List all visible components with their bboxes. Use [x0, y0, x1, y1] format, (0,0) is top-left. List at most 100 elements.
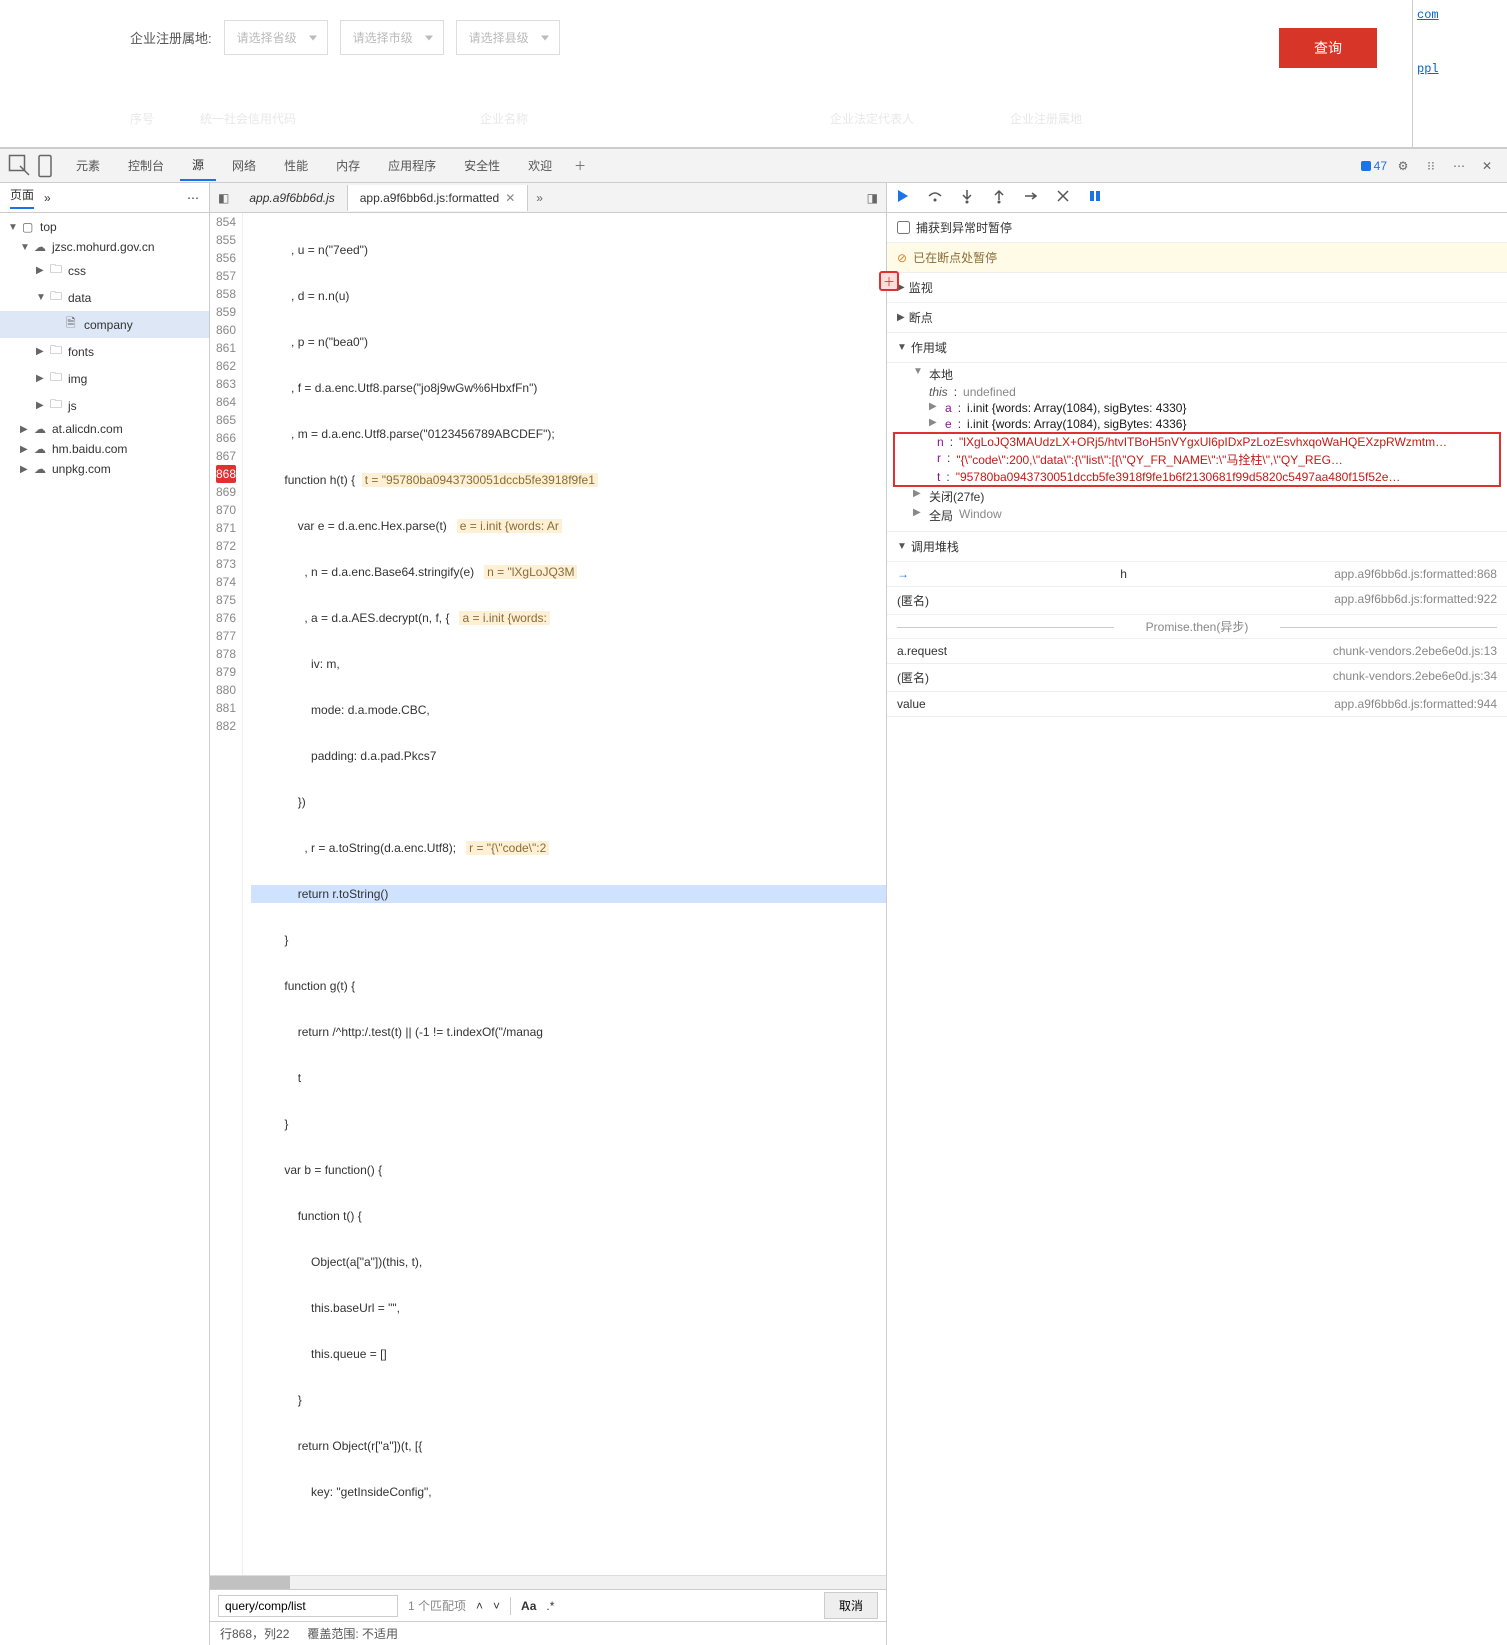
- query-button[interactable]: 查询: [1279, 28, 1377, 68]
- tree-data[interactable]: ▼🗀data: [0, 284, 209, 311]
- region-label: 企业注册属地:: [130, 28, 212, 47]
- tree-top[interactable]: ▼▢top: [0, 217, 209, 237]
- tree-fonts[interactable]: ▶🗀fonts: [0, 338, 209, 365]
- case-toggle[interactable]: Aa: [521, 1599, 536, 1613]
- watch-section[interactable]: ＋ ▶监视: [887, 273, 1507, 303]
- async-divider: Promise.then(异步): [887, 615, 1507, 639]
- callstack-frame-1[interactable]: (匿名)app.a9f6bb6d.js:formatted:922: [887, 587, 1507, 615]
- step-out-icon[interactable]: [991, 188, 1007, 207]
- tab-elements[interactable]: 元素: [64, 151, 112, 180]
- devtools-tabbar: 元素 控制台 源 网络 性能 内存 应用程序 安全性 欢迎 ＋ 47 ⚙ ⁝⁝ …: [0, 149, 1507, 183]
- tree-alicdn[interactable]: ▶☁at.alicdn.com: [0, 419, 209, 439]
- search-input[interactable]: [218, 1595, 398, 1617]
- hint-ppl[interactable]: ppl: [1417, 62, 1503, 76]
- line-gutter[interactable]: 8548558568578588598608618628638648658668…: [210, 213, 243, 1575]
- callstack-frame-0[interactable]: happ.a9f6bb6d.js:formatted:868: [887, 562, 1507, 587]
- toggle-debug-icon[interactable]: ◨: [859, 191, 886, 205]
- callstack-frame-2[interactable]: a.requestchunk-vendors.2ebe6e0d.js:13: [887, 639, 1507, 664]
- tab-security[interactable]: 安全性: [452, 151, 512, 180]
- hint-com[interactable]: com: [1417, 8, 1503, 22]
- code-lines: , u = n("7eed") , d = n.n(u) , p = n("be…: [243, 213, 886, 1575]
- editor-status-bar: 行868，列22 覆盖范围: 不适用: [210, 1621, 886, 1645]
- customize-icon[interactable]: ⁝⁝: [1419, 154, 1443, 178]
- scope-local: ▼本地 this: undefined ▶a: i.init {words: A…: [887, 363, 1507, 532]
- add-tab-icon[interactable]: ＋: [568, 154, 592, 178]
- file-tab-1[interactable]: app.a9f6bb6d.js: [237, 185, 347, 211]
- debug-toolbar: [887, 183, 1507, 213]
- tab-network[interactable]: 网络: [220, 151, 268, 180]
- code-editor[interactable]: 8548558568578588598608618628638648658668…: [210, 213, 886, 1575]
- callstack-frame-3[interactable]: (匿名)chunk-vendors.2ebe6e0d.js:34: [887, 664, 1507, 692]
- tab-memory[interactable]: 内存: [324, 151, 372, 180]
- page-content: 企业注册属地: 请选择省级 请选择市级 请选择县级 查询 序号 统一社会信用代码…: [0, 0, 1507, 148]
- devtools: 元素 控制台 源 网络 性能 内存 应用程序 安全性 欢迎 ＋ 47 ⚙ ⁝⁝ …: [0, 148, 1507, 1645]
- coverage-status: 覆盖范围: 不适用: [307, 1625, 398, 1642]
- resume-icon[interactable]: [895, 188, 911, 207]
- step-icon[interactable]: [1023, 188, 1039, 207]
- tree-company[interactable]: 🗎company: [0, 311, 209, 338]
- regex-toggle[interactable]: .*: [546, 1599, 554, 1613]
- nav-menu-icon[interactable]: ⋯: [187, 191, 199, 205]
- paused-banner: 已在断点处暂停: [887, 243, 1507, 273]
- navigator-panel: 页面 » ⋯ ▼▢top ▼☁jzsc.mohurd.gov.cn ▶🗀css …: [0, 183, 210, 1645]
- city-select[interactable]: 请选择市级: [340, 20, 444, 55]
- step-into-icon[interactable]: [959, 188, 975, 207]
- breakpoints-section[interactable]: ▶断点: [887, 303, 1507, 333]
- highlighted-vars: n: "lXgLoJQ3MAUdzLX+ORj5/htvITBoH5nVYgxU…: [893, 432, 1501, 487]
- issues-count[interactable]: 47: [1361, 159, 1387, 173]
- tree-js[interactable]: ▶🗀js: [0, 392, 209, 419]
- cursor-position: 行868，列22: [220, 1625, 289, 1642]
- scope-local-header[interactable]: ▼本地: [887, 365, 1507, 384]
- search-bar: 1 个匹配项 ˄ ˅ Aa .* 取消: [210, 1589, 886, 1621]
- more-icon[interactable]: ⋯: [1447, 154, 1471, 178]
- device-icon[interactable]: [36, 154, 60, 178]
- settings-icon[interactable]: ⚙: [1391, 154, 1415, 178]
- tree-css[interactable]: ▶🗀css: [0, 257, 209, 284]
- th-code: 统一社会信用代码: [200, 110, 480, 127]
- horizontal-scrollbar[interactable]: [210, 1575, 886, 1589]
- scope-section[interactable]: ▼作用域: [887, 333, 1507, 363]
- more-tabs-icon[interactable]: »: [528, 191, 551, 205]
- tab-console[interactable]: 控制台: [116, 151, 176, 180]
- deactivate-icon[interactable]: [1055, 188, 1071, 207]
- scope-global[interactable]: ▶全局Window: [887, 506, 1507, 525]
- pause-exceptions-icon[interactable]: [1087, 188, 1103, 207]
- file-tab-2[interactable]: app.a9f6bb6d.js:formatted✕: [348, 185, 529, 211]
- toggle-nav-icon[interactable]: ◧: [210, 191, 237, 205]
- breakpoint-868: 868: [216, 465, 236, 483]
- province-select[interactable]: 请选择省级: [224, 20, 328, 55]
- close-devtools-icon[interactable]: ✕: [1475, 154, 1499, 178]
- file-tree: ▼▢top ▼☁jzsc.mohurd.gov.cn ▶🗀css ▼🗀data …: [0, 213, 209, 1645]
- close-tab-icon[interactable]: ✕: [505, 191, 515, 205]
- inspect-icon[interactable]: [8, 154, 32, 178]
- tab-performance[interactable]: 性能: [272, 151, 320, 180]
- callstack-section[interactable]: ▼调用堆栈: [887, 532, 1507, 562]
- tab-sources[interactable]: 源: [180, 150, 216, 181]
- th-name: 企业名称: [480, 110, 830, 127]
- tab-welcome[interactable]: 欢迎: [516, 151, 564, 180]
- add-watch-icon[interactable]: ＋: [879, 271, 899, 291]
- tree-img[interactable]: ▶🗀img: [0, 365, 209, 392]
- county-select[interactable]: 请选择县级: [456, 20, 560, 55]
- th-region: 企业注册属地: [1010, 110, 1160, 127]
- search-prev-icon[interactable]: ˄: [476, 1599, 483, 1613]
- nav-more-icon[interactable]: »: [44, 191, 51, 205]
- tree-domain[interactable]: ▼☁jzsc.mohurd.gov.cn: [0, 237, 209, 257]
- page-tab[interactable]: 页面: [10, 186, 34, 209]
- search-matches: 1 个匹配项: [408, 1597, 466, 1614]
- debugger-panel: 捕获到异常时暂停 已在断点处暂停 ＋ ▶监视 ▶断点 ▼作用域 ▼本地 this…: [887, 183, 1507, 1645]
- tree-baidu[interactable]: ▶☁hm.baidu.com: [0, 439, 209, 459]
- pause-exception-checkbox[interactable]: [897, 221, 910, 234]
- step-over-icon[interactable]: [927, 188, 943, 207]
- search-cancel-button[interactable]: 取消: [824, 1592, 878, 1619]
- search-next-icon[interactable]: ˅: [493, 1599, 500, 1613]
- right-hint-panel: com ppl: [1412, 0, 1507, 147]
- tab-application[interactable]: 应用程序: [376, 151, 448, 180]
- scope-closure[interactable]: ▶关闭(27fe): [887, 487, 1507, 506]
- tree-unpkg[interactable]: ▶☁unpkg.com: [0, 459, 209, 479]
- pause-on-exception-row: 捕获到异常时暂停: [887, 213, 1507, 243]
- th-seq: 序号: [130, 110, 200, 127]
- table-header-row: 序号 统一社会信用代码 企业名称 企业法定代表人 企业注册属地: [130, 110, 1377, 127]
- editor-panel: ◧ app.a9f6bb6d.js app.a9f6bb6d.js:format…: [210, 183, 887, 1645]
- callstack-frame-4[interactable]: valueapp.a9f6bb6d.js:formatted:944: [887, 692, 1507, 717]
